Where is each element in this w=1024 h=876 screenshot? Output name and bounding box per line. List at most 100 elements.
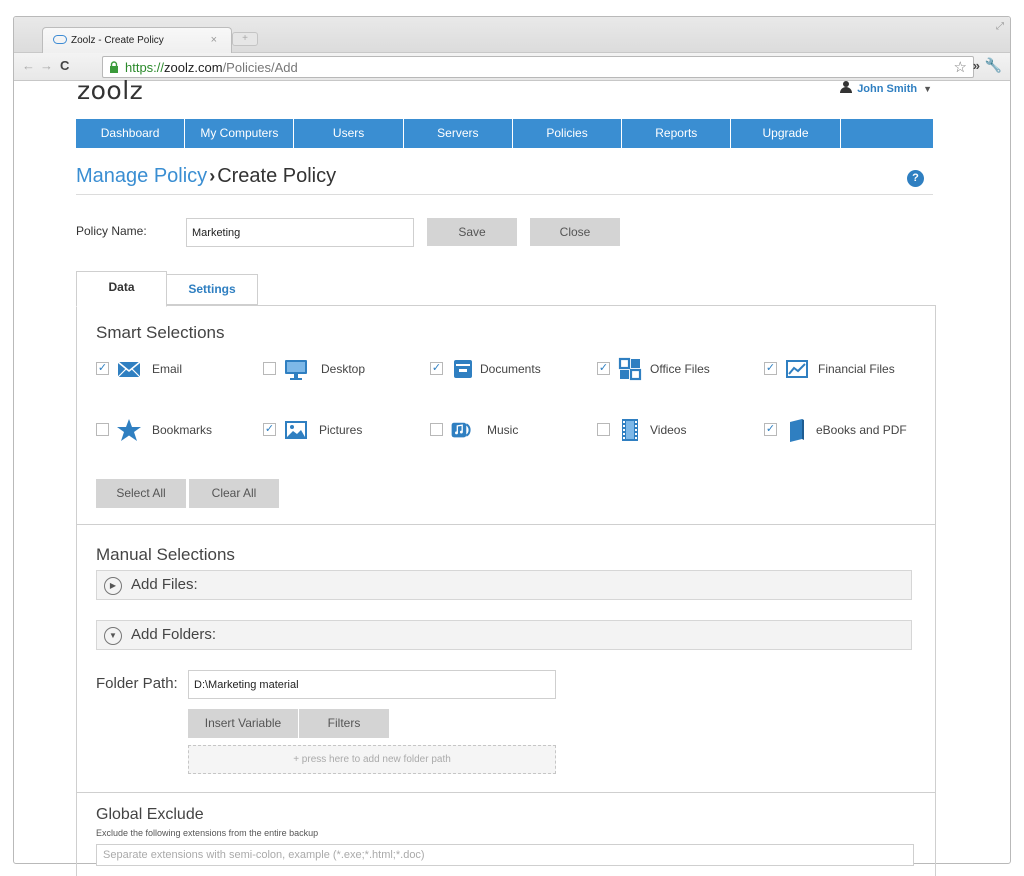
browser-tabstrip: Zoolz - Create Policy × + ⤢: [14, 17, 1010, 54]
filters-button[interactable]: Filters: [299, 709, 389, 738]
documents-label: Documents: [480, 362, 541, 376]
tab-close-icon[interactable]: ×: [211, 34, 217, 46]
pictures-label: Pictures: [319, 423, 363, 437]
music-checkbox[interactable]: [430, 423, 443, 436]
policy-name-row: Policy Name: Marketing Save Close: [76, 218, 933, 248]
help-icon[interactable]: ?: [907, 170, 924, 187]
manual-selections-title: Manual Selections: [96, 545, 235, 564]
financial-files-checkbox[interactable]: ✓: [764, 362, 777, 375]
cloud-icon: [53, 35, 67, 44]
pictures-icon: [285, 421, 307, 439]
add-files-bar[interactable]: ▶ Add Files:: [96, 570, 912, 600]
email-checkbox[interactable]: ✓: [96, 362, 109, 375]
bookmarks-checkbox[interactable]: [96, 423, 109, 436]
nav-empty: [841, 119, 933, 148]
address-bar[interactable]: https://zoolz.com/Policies/Add ☆: [102, 56, 974, 78]
nav-servers[interactable]: Servers: [404, 119, 513, 148]
smart-item-pictures[interactable]: ✓ Pictures: [263, 418, 413, 442]
bookmarks-label: Bookmarks: [152, 423, 213, 437]
close-button[interactable]: Close: [530, 218, 620, 246]
ebook-icon: [790, 419, 804, 442]
nav-dashboard[interactable]: Dashboard: [76, 119, 186, 148]
documents-icon: [454, 360, 472, 378]
office-files-checkbox[interactable]: ✓: [597, 362, 610, 375]
folder-path-input[interactable]: D:\Marketing material: [188, 670, 556, 699]
smart-item-office-files[interactable]: ✓ Office Files: [597, 357, 747, 381]
expand-arrow-icon: ▶: [104, 577, 122, 595]
global-exclude-subtitle: Exclude the following extensions from th…: [96, 828, 319, 838]
exclude-extensions-input[interactable]: Separate extensions with semi-colon, exa…: [96, 844, 914, 866]
smart-item-ebooks[interactable]: ✓ eBooks and PDF: [764, 418, 924, 442]
office-files-icon: [618, 357, 642, 381]
nav-policies[interactable]: Policies: [513, 119, 623, 148]
office-files-label: Office Files: [650, 362, 710, 376]
smart-item-email[interactable]: ✓ Email: [96, 357, 246, 381]
add-folders-bar[interactable]: ▼ Add Folders:: [96, 620, 912, 650]
documents-checkbox[interactable]: ✓: [430, 362, 443, 375]
select-all-button[interactable]: Select All: [96, 479, 186, 508]
zoolz-logo[interactable]: zoolz: [77, 76, 143, 105]
browser-tab[interactable]: Zoolz - Create Policy ×: [42, 27, 232, 54]
url-scheme: https://: [125, 60, 165, 75]
ebooks-checkbox[interactable]: ✓: [764, 423, 777, 436]
back-icon[interactable]: ←: [22, 58, 35, 73]
section-divider: [77, 524, 935, 525]
financial-icon: [786, 360, 808, 378]
smart-item-bookmarks[interactable]: Bookmarks: [96, 418, 246, 442]
nav-upgrade[interactable]: Upgrade: [731, 119, 841, 148]
videos-label: Videos: [650, 423, 687, 437]
browser-tab-title: Zoolz - Create Policy: [71, 35, 164, 46]
pictures-checkbox[interactable]: ✓: [263, 423, 276, 436]
forward-icon[interactable]: →: [40, 58, 53, 73]
policy-name-input[interactable]: Marketing: [186, 218, 414, 247]
financial-files-label: Financial Files: [818, 362, 895, 376]
music-icon: [451, 422, 471, 438]
url-host: zoolz.com: [164, 60, 223, 75]
add-folder-path-button[interactable]: + press here to add new folder path: [188, 745, 556, 774]
desktop-checkbox[interactable]: [263, 362, 276, 375]
tab-data[interactable]: Data: [76, 271, 167, 307]
user-icon: [840, 81, 853, 93]
smart-selections-title: Smart Selections: [96, 323, 225, 342]
nav-reports[interactable]: Reports: [622, 119, 732, 148]
new-tab-button[interactable]: +: [232, 32, 258, 46]
smart-item-videos[interactable]: Videos: [597, 418, 747, 442]
videos-icon: [622, 419, 638, 441]
videos-checkbox[interactable]: [597, 423, 610, 436]
save-button[interactable]: Save: [427, 218, 517, 246]
extensions-overflow-icon[interactable]: »: [973, 58, 980, 73]
wrench-icon[interactable]: 🔧: [985, 57, 1002, 74]
user-menu[interactable]: John Smith ▼: [840, 81, 932, 95]
email-label: Email: [152, 362, 183, 376]
lock-icon: [110, 61, 118, 73]
policy-tabs: Data Settings: [76, 271, 936, 307]
desktop-label: Desktop: [321, 362, 366, 376]
breadcrumb-manage-policy[interactable]: Manage Policy: [76, 165, 207, 187]
tab-settings[interactable]: Settings: [166, 274, 258, 305]
folder-path-label: Folder Path:: [96, 675, 178, 692]
section-divider: [77, 792, 935, 793]
restore-window-icon[interactable]: ⤢: [996, 21, 1004, 32]
smart-item-documents[interactable]: ✓ Documents: [430, 357, 580, 381]
breadcrumb-separator: ›: [209, 166, 216, 186]
add-folders-label: Add Folders:: [131, 626, 217, 643]
ebooks-label: eBooks and PDF: [816, 423, 907, 437]
insert-variable-button[interactable]: Insert Variable: [188, 709, 298, 738]
email-icon: [117, 361, 141, 378]
reload-icon[interactable]: C: [60, 58, 69, 73]
data-panel: Smart Selections ✓ Email Desktop ✓ Docum…: [76, 305, 936, 876]
smart-item-music[interactable]: Music: [430, 418, 580, 442]
smart-item-financial-files[interactable]: ✓ Financial Files: [764, 357, 924, 381]
chevron-down-icon: ▼: [923, 84, 932, 94]
bookmark-star-icon[interactable]: ☆: [954, 58, 967, 76]
smart-item-desktop[interactable]: Desktop: [263, 357, 413, 381]
breadcrumb-current: Create Policy: [217, 165, 337, 187]
nav-my-computers[interactable]: My Computers: [185, 119, 295, 148]
music-label: Music: [487, 423, 519, 437]
page-title: Manage Policy › Create Policy ?: [76, 165, 933, 195]
nav-users[interactable]: Users: [294, 119, 404, 148]
policy-name-label: Policy Name:: [76, 224, 147, 238]
add-files-label: Add Files:: [131, 576, 198, 593]
global-exclude-title: Global Exclude: [96, 806, 204, 823]
clear-all-button[interactable]: Clear All: [189, 479, 279, 508]
